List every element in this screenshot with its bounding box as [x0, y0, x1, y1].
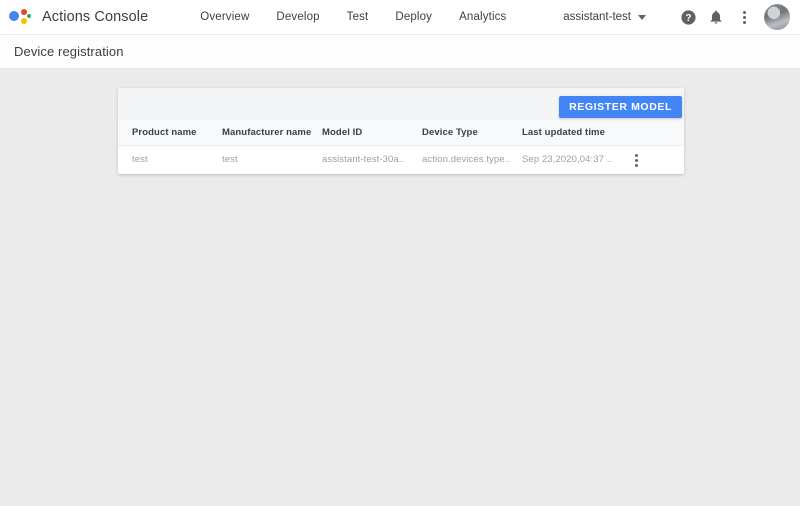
nav-item-analytics[interactable]: Analytics [459, 11, 506, 23]
column-header-actions [632, 120, 684, 146]
notifications-button[interactable] [702, 3, 730, 31]
cell-last-updated-time: Sep 23,2020,04:37 .. [522, 154, 613, 166]
kebab-menu-icon [742, 10, 746, 24]
app-bar-actions: assistant-test ? [563, 1, 793, 33]
nav-item-deploy[interactable]: Deploy [395, 11, 432, 23]
nav-item-test[interactable]: Test [347, 11, 369, 23]
brand-title: Actions Console [42, 9, 149, 25]
page-content: REGISTER MODEL Product name Manufacturer… [0, 69, 800, 505]
column-header-product-name[interactable]: Product name [118, 120, 222, 146]
page-title-bar: Device registration [0, 35, 800, 69]
table-body: test test assistant-test-30a.. action.de… [118, 146, 684, 174]
project-name: assistant-test [563, 11, 631, 23]
device-models-table: Product name Manufacturer name Model ID … [118, 120, 684, 174]
main-navigation: Overview Develop Test Deploy Analytics [200, 11, 506, 23]
project-selector[interactable]: assistant-test [563, 11, 646, 23]
device-models-card: REGISTER MODEL Product name Manufacturer… [118, 88, 684, 174]
svg-text:?: ? [685, 13, 691, 24]
column-header-last-updated-time[interactable]: Last updated time [522, 120, 632, 146]
chevron-down-icon [638, 14, 646, 20]
nav-item-overview[interactable]: Overview [200, 11, 249, 23]
cell-manufacturer-name: test [222, 154, 238, 166]
google-assistant-logo-icon [9, 8, 31, 26]
column-header-manufacturer-name[interactable]: Manufacturer name [222, 120, 322, 146]
brand[interactable]: Actions Console [9, 8, 148, 26]
column-header-device-type[interactable]: Device Type [422, 120, 522, 146]
register-model-button[interactable]: REGISTER MODEL [559, 96, 682, 118]
help-button[interactable]: ? [674, 3, 702, 31]
row-kebab-menu-icon[interactable] [632, 151, 641, 170]
top-app-bar: Actions Console Overview Develop Test De… [0, 0, 800, 35]
cell-product-name: test [132, 154, 148, 166]
cell-model-id: assistant-test-30a.. [322, 154, 405, 166]
cell-row-actions [632, 146, 684, 174]
help-circle-icon: ? [680, 9, 696, 25]
bell-icon [710, 10, 722, 24]
user-avatar[interactable] [761, 1, 793, 33]
overflow-menu-button[interactable] [730, 3, 758, 31]
table-row[interactable]: test test assistant-test-30a.. action.de… [118, 146, 684, 174]
table-header-row: Product name Manufacturer name Model ID … [118, 120, 684, 146]
card-toolbar: REGISTER MODEL [118, 88, 684, 120]
page-title: Device registration [14, 44, 124, 59]
cell-device-type: action.devices.type.. [422, 154, 511, 166]
table-head: Product name Manufacturer name Model ID … [118, 120, 684, 146]
nav-item-develop[interactable]: Develop [276, 11, 319, 23]
column-header-model-id[interactable]: Model ID [322, 120, 422, 146]
